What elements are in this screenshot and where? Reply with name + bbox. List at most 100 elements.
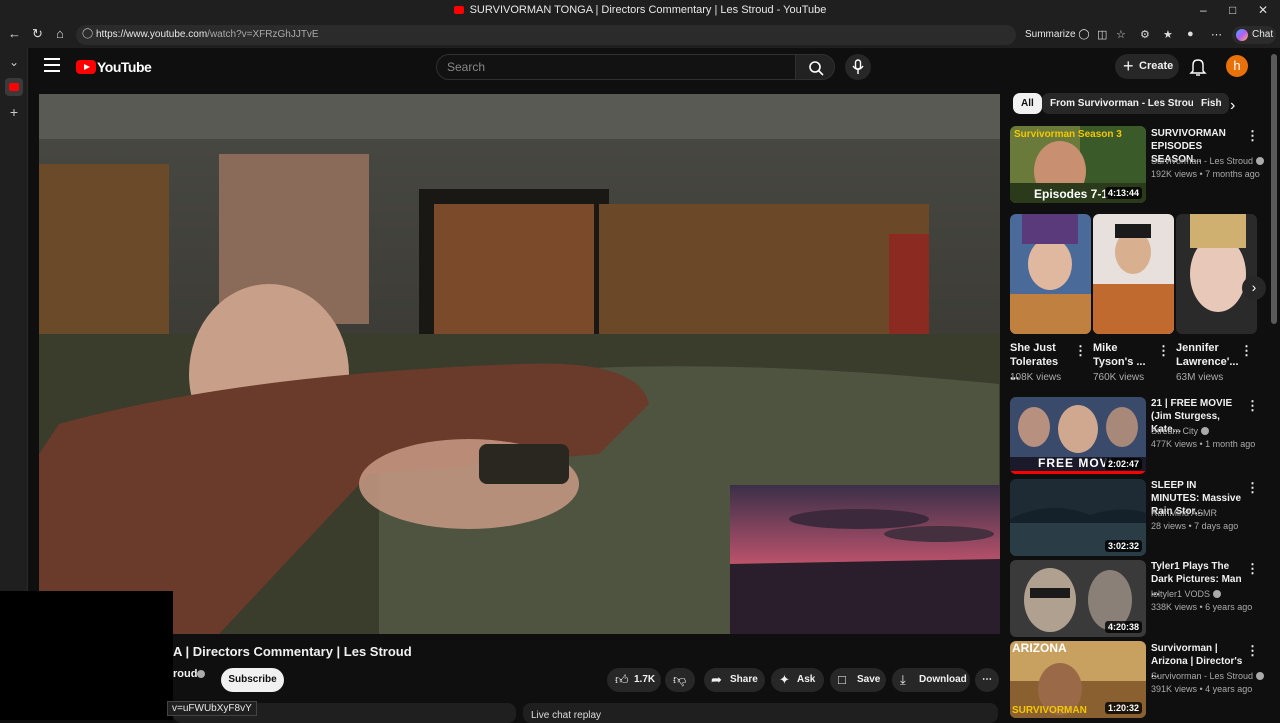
extensions-icon[interactable]: ⚙ [1140,28,1150,41]
save-button[interactable]: □ Save [830,668,886,692]
tab-actions-chevron-icon[interactable]: ⌄ [6,55,22,71]
url-field[interactable]: ◯ https://www.youtube.com/watch?v=XFRzGh… [76,25,1016,45]
channel-name[interactable]: roud [173,668,197,680]
verified-badge-icon [197,670,205,678]
video-duration: 2:02:47 [1104,458,1142,470]
recommendation-meta: 477K views • 1 month ago [1151,439,1256,449]
youtube-tab[interactable] [5,78,23,96]
miniplayer-placeholder [0,591,173,720]
shorts-next-chevron-icon[interactable]: › [1242,276,1266,300]
notifications-button[interactable] [1189,57,1207,82]
thumbs-down-icon: 👎︎ [673,672,687,687]
more-vertical-icon[interactable]: ⋮ [1246,398,1259,414]
more-vertical-icon[interactable]: ⋮ [1157,343,1170,359]
short-thumbnail[interactable] [1010,214,1091,334]
url-path: /watch?v=XFRzGhJJTvE [207,29,319,40]
profile-icon[interactable]: ● [1187,28,1194,40]
short-title[interactable]: Jennifer Lawrence'... [1176,341,1239,369]
copilot-icon [1236,29,1248,41]
chip-all[interactable]: All [1013,93,1042,114]
search-button[interactable] [795,54,835,80]
verified-badge-icon [1256,157,1265,165]
share-button[interactable]: ➦ Share [704,668,765,692]
download-button[interactable]: ⤓ Download [892,668,970,692]
more-vertical-icon[interactable]: ⋮ [1074,343,1087,359]
maximize-icon[interactable]: □ [1229,3,1236,17]
recommendation-thumbnail[interactable]: 4:20:38 [1010,560,1146,637]
subscribe-button[interactable]: Subscribe [221,668,284,692]
ask-label: Ask [797,674,816,685]
more-actions-button[interactable]: ⋯ [975,668,999,692]
more-vertical-icon[interactable]: ⋮ [1246,561,1259,577]
short-title[interactable]: Mike Tyson's ... [1093,341,1153,369]
more-horizontal-icon: ⋯ [982,674,992,685]
search-box [436,54,796,80]
short-thumbnail[interactable] [1093,214,1174,334]
video-player[interactable] [39,94,1000,634]
like-button[interactable]: 👍︎ 1.7K [607,668,661,692]
copilot-chat-button[interactable]: Chat [1232,26,1276,44]
bell-icon [1189,59,1207,76]
chip-from-survivorman[interactable]: From Survivorman - Les Stroud [1042,93,1209,114]
verified-badge-icon [1256,672,1265,680]
account-avatar[interactable]: h [1226,55,1248,77]
recommendation-channel[interactable]: loltyler1 VODS [1151,589,1222,599]
thumbnail-text-top: Survivorman Season 3 [1014,129,1122,140]
thumbnail-text: ARIZONA [1012,641,1067,655]
search-input[interactable] [447,59,777,75]
scrollbar-thumb[interactable] [1271,54,1277,324]
split-screen-icon[interactable]: ◫ [1097,28,1107,41]
recommendation-thumbnail[interactable]: Survivorman Season 3 Episodes 7-1 4:13:4… [1010,126,1146,203]
more-vertical-icon[interactable]: ⋮ [1240,343,1253,359]
recommendation-channel[interactable]: Survivorman - Les Stroud [1151,671,1265,681]
recommendation-thumbnail[interactable]: FREE MOVI 2:02:47 [1010,397,1146,474]
download-icon: ⤓ [900,672,906,687]
summarize-button[interactable]: Summarize ◯ [1025,29,1090,40]
home-icon[interactable]: ⌂ [56,26,64,41]
thumbnail-text-bottom: SURVIVORMAN [1012,705,1087,716]
chat-replay-label: Live chat replay [531,710,602,721]
more-options-icon[interactable]: ⋯ [1211,28,1222,41]
video-duration: 1:20:32 [1104,702,1142,714]
more-vertical-icon[interactable]: ⋮ [1246,128,1259,144]
window-title-text: SURVIVORMAN TONGA | Directors Commentary… [469,4,827,16]
sparkle-icon: ✦ [779,672,790,687]
dislike-button[interactable]: 👎︎ [665,668,695,692]
more-vertical-icon[interactable]: ⋮ [1246,643,1259,659]
short-views: 108K views [1010,372,1062,383]
youtube-tab-icon [9,83,19,91]
chat-label: Chat [1252,29,1274,40]
short-thumbnail[interactable] [1176,214,1257,334]
chips-next-chevron-icon[interactable]: › [1230,97,1235,115]
thumbnail-text: FREE MOVI [1038,456,1114,470]
create-label: Create [1139,60,1174,72]
recommendation-channel[interactable]: Survivorman - Les Stroud [1151,156,1265,166]
channel-text: loltyler1 VODS [1151,589,1211,599]
create-button[interactable]: + Create [1115,54,1179,79]
video-frame [39,94,1000,634]
like-count: 1.7K [634,674,656,685]
short-thumbnail-image [1093,214,1174,334]
menu-icon[interactable] [44,58,60,72]
live-chat-replay-panel[interactable]: Live chat replay [523,703,998,723]
recommendation-thumbnail[interactable]: 3:02:32 [1010,479,1146,556]
close-icon[interactable]: ✕ [1258,3,1268,17]
chip-fish[interactable]: Fish [1193,93,1229,114]
favorite-star-icon[interactable]: ☆ [1116,28,1126,41]
new-tab-plus-icon[interactable]: + [6,104,22,120]
more-vertical-icon[interactable]: ⋮ [1246,480,1259,496]
favorites-icon[interactable]: ★ [1163,28,1173,41]
page-scrollbar[interactable] [1268,48,1280,720]
channel-text: Stream City [1151,426,1199,436]
download-label: Download [919,674,967,685]
recommendation-channel[interactable]: Stream City [1151,426,1210,436]
back-arrow-icon[interactable]: ← [8,26,21,41]
share-arrow-icon: ➦ [711,672,722,687]
minimize-icon[interactable]: – [1200,3,1207,17]
recommendation-channel[interactable]: RainMind ASMR [1151,508,1217,518]
reload-icon[interactable]: ↻ [32,26,43,42]
recommendation-thumbnail[interactable]: ARIZONA SURVIVORMAN 1:20:32 [1010,641,1146,718]
ask-button[interactable]: ✦ Ask [771,668,824,692]
voice-search-button[interactable] [845,54,871,80]
short-views: 760K views [1093,372,1145,383]
